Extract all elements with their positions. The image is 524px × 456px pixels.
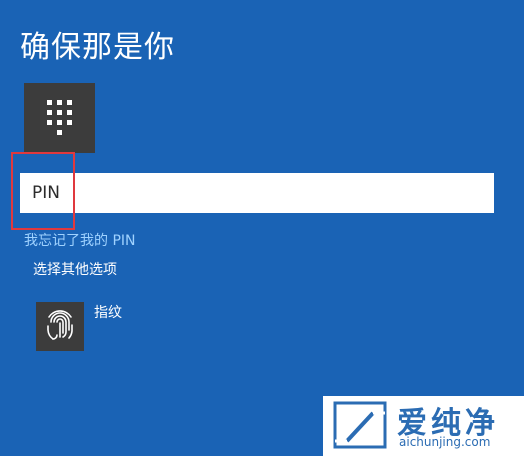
fingerprint-option[interactable]: 指纹 bbox=[36, 302, 166, 352]
fingerprint-icon bbox=[47, 310, 73, 340]
fingerprint-label: 指纹 bbox=[94, 305, 122, 321]
pin-tile bbox=[24, 83, 95, 153]
sign-in-options-link[interactable]: 选择其他选项 bbox=[33, 259, 117, 279]
watermark: 爱纯净 aichunjing.com bbox=[323, 396, 524, 456]
pin-input[interactable] bbox=[20, 173, 494, 213]
fingerprint-tile bbox=[36, 302, 84, 351]
keypad-icon bbox=[47, 100, 72, 135]
watermark-logo-icon bbox=[333, 401, 387, 449]
forgot-pin-link[interactable]: 我忘记了我的 PIN bbox=[24, 230, 136, 250]
page-title: 确保那是你 bbox=[20, 30, 175, 65]
watermark-url: aichunjing.com bbox=[399, 435, 491, 449]
